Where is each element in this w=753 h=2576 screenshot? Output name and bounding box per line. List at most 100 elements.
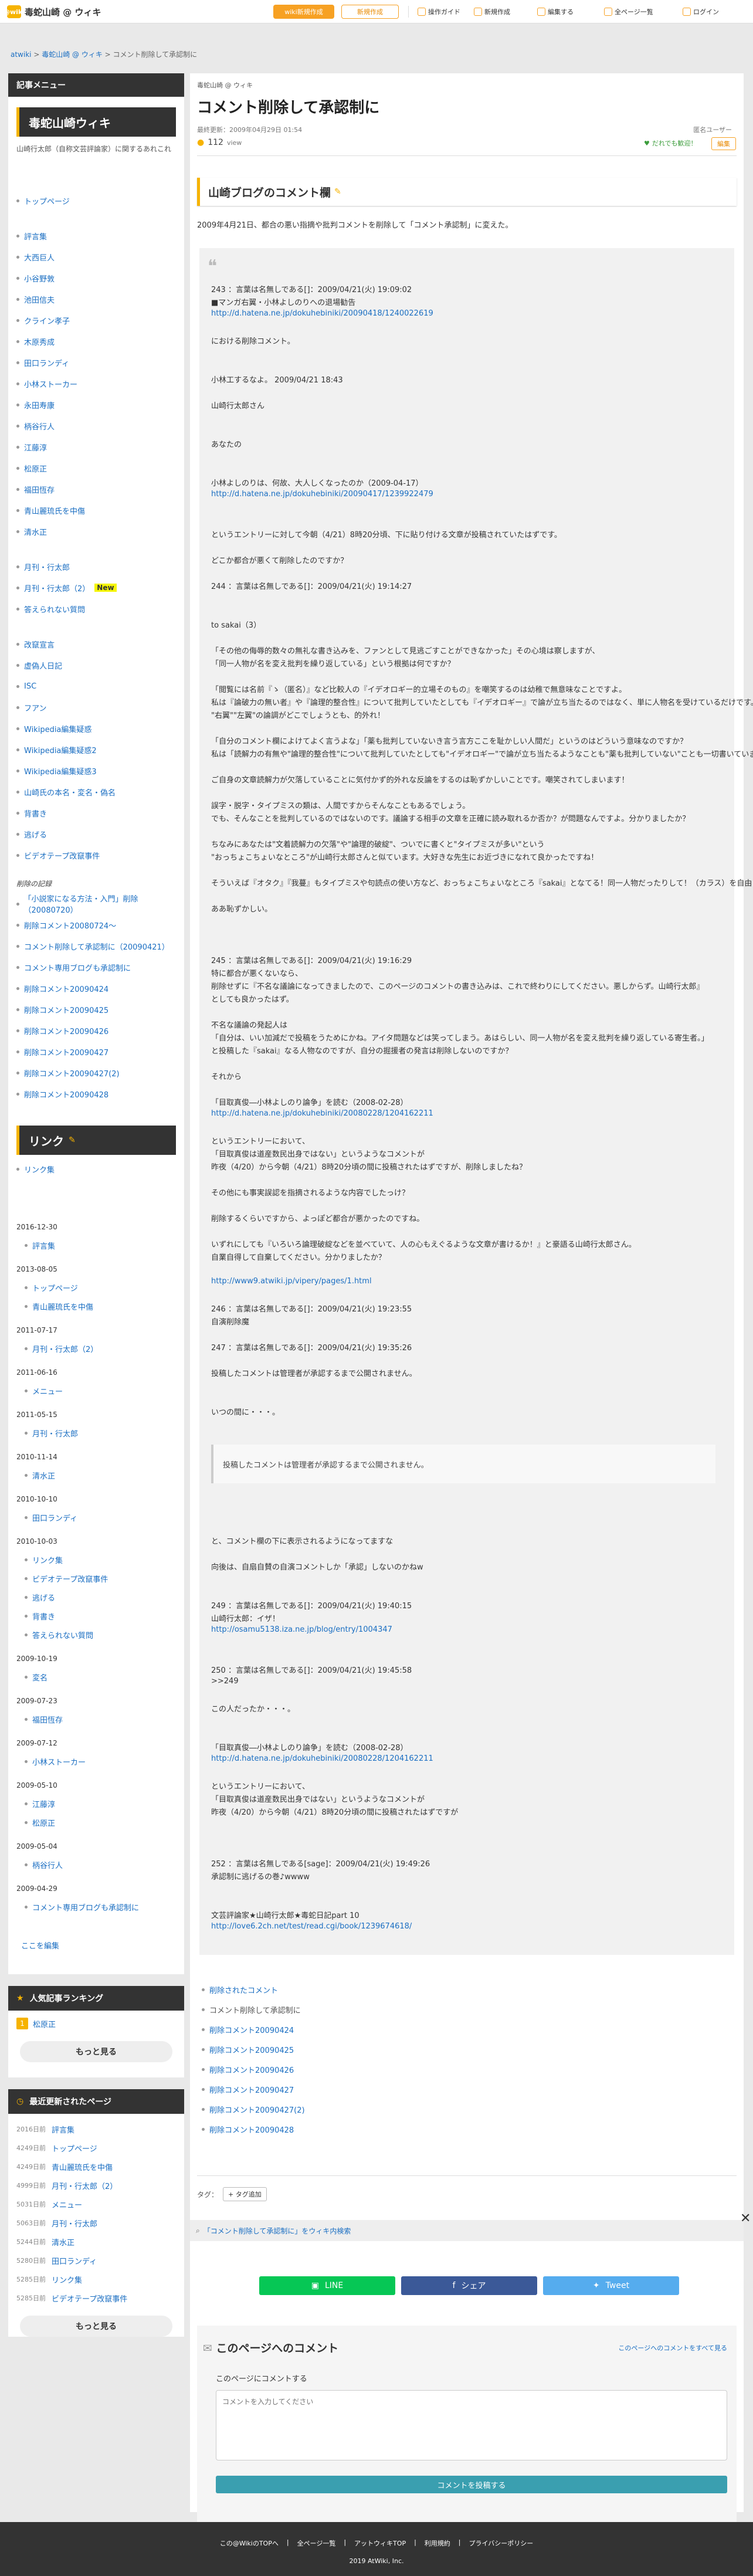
related-item[interactable]: 削除コメント20090426 [202,2059,305,2079]
new-page-link[interactable]: 新規作成 [474,7,510,16]
sidebar-item[interactable]: 答えられない質問 [16,598,176,619]
edit-menu-link[interactable]: ここを編集 [8,1922,184,1968]
sidebar-item[interactable]: Wikipedia編集疑惑 [16,718,176,739]
pencil-icon[interactable]: ✎ [334,187,341,196]
new-account-button[interactable]: 新規作成 [341,5,399,19]
sidebar-item[interactable]: 福田恆存 [16,479,176,500]
site-logo[interactable]: @wiki 毒蛇山崎 @ ウィキ [4,5,101,19]
update-link[interactable]: 月刊・行太郎（2） [8,1339,184,1358]
close-icon[interactable]: ✕ [740,2211,751,2226]
sidebar-item[interactable]: 青山麗琉氏を中傷 [16,500,176,521]
update-link[interactable]: 清水正 [8,1466,184,1484]
update-link[interactable]: 柄谷行人 [8,1855,184,1874]
like-button[interactable]: ♥ だれでも歓迎！ [644,138,697,148]
update-link[interactable]: 月刊・行太郎 [8,1423,184,1442]
login-link[interactable]: ログイン [683,7,719,16]
pencil-icon[interactable]: ✎ [69,1136,76,1145]
update-link[interactable]: 答えられない質問 [8,1625,184,1644]
quote-link[interactable]: http://www9.atwiki.jp/vipery/pages/1.htm… [211,1277,372,1286]
footer-link[interactable]: プライバシーポリシー [469,2538,534,2548]
quote-link[interactable]: http://d.hatena.ne.jp/dokuhebiniki/20090… [211,490,433,499]
quote-link[interactable]: http://d.hatena.ne.jp/dokuhebiniki/20090… [211,309,433,318]
sidebar-item[interactable]: 削除コメント20090427(2) [16,1062,176,1083]
all-comments-link[interactable]: このページへのコメントをすべて見る [618,2343,727,2353]
facebook-share-button[interactable]: f シェア [401,2276,537,2295]
update-link[interactable]: 変名 [8,1667,184,1686]
sidebar-item[interactable]: 永田寿康 [16,394,176,415]
sidebar-item[interactable]: 背書き [16,802,176,823]
related-item[interactable]: 削除コメント20090425 [202,2039,305,2059]
related-item[interactable]: 削除コメント20090427(2) [202,2099,305,2119]
edit-button[interactable]: 編集 [711,137,736,150]
related-item[interactable]: 削除コメント20090427 [202,2079,305,2099]
guide-link[interactable]: 操作ガイド [418,7,460,16]
sidebar-item[interactable]: コメント削除して承認制に（20090421） [16,936,176,957]
sidebar-item[interactable]: 削除コメント20090424 [16,978,176,999]
sidebar-item[interactable]: リンク集 [16,1158,176,1179]
sidebar-item[interactable]: 月刊・行太郎 [16,556,176,577]
quote-link[interactable]: http://love6.2ch.net/test/read.cgi/book/… [211,1922,412,1931]
sidebar-item[interactable]: Wikipedia編集疑惑3 [16,760,176,781]
sidebar-item[interactable]: 削除コメント20090427 [16,1041,176,1062]
sidebar-item[interactable]: 削除コメント20090425 [16,999,176,1020]
update-link[interactable]: 評言集 [8,1236,184,1255]
ranking-item[interactable]: 1 松原正 [8,2011,184,2036]
sidebar-item[interactable]: フアン [16,697,176,718]
recent-item[interactable]: 2016日前 評言集 [8,2120,184,2138]
sidebar-item[interactable]: 柄谷行人 [16,415,176,436]
sidebar-item[interactable]: 削除コメント20090428 [16,1083,176,1104]
related-item[interactable]: 削除コメント20090428 [202,2119,305,2139]
update-link[interactable]: 松原正 [8,1813,184,1832]
update-link[interactable]: コメント専用ブログも承認制に [8,1897,184,1916]
sidebar-item[interactable]: 虚偽人日記 [16,655,176,676]
recent-item[interactable]: 4249日前 青山麗琉氏を中傷 [8,2157,184,2176]
footer-link[interactable]: 全ページ一覧 [297,2538,336,2548]
quote-link[interactable]: http://osamu5138.iza.ne.jp/blog/entry/10… [211,1625,392,1634]
footer-link[interactable]: 利用規約 [425,2538,450,2548]
all-pages-link[interactable]: 全ページ一覧 [604,7,653,16]
sidebar-item[interactable]: ISC [16,676,176,697]
update-link[interactable]: メニュー [8,1381,184,1400]
sidebar-item[interactable]: 山崎氏の本名・変名・偽名 [16,781,176,802]
sidebar-item[interactable]: 大西巨人 [16,246,176,267]
sidebar-item[interactable]: ビデオテープ改竄事件 [16,845,176,866]
recent-item[interactable]: 4249日前 トップページ [8,2138,184,2157]
recent-item[interactable]: 5280日前 田口ランディ [8,2251,184,2270]
sidebar-item[interactable]: 清水正 [16,521,176,542]
sidebar-item[interactable]: トップページ [16,190,176,211]
recent-item[interactable]: 5244日前 清水正 [8,2232,184,2251]
sidebar-item[interactable]: 削除コメント20090426 [16,1020,176,1041]
update-link[interactable]: リンク集 [8,1550,184,1569]
sidebar-item[interactable]: 削除コメント20080724〜 [16,914,176,936]
sidebar-item[interactable]: 木原秀成 [16,331,176,352]
update-link[interactable]: 逃げる [8,1588,184,1606]
recent-item[interactable]: 5063日前 月刊・行太郎 [8,2214,184,2232]
update-link[interactable]: 背書き [8,1606,184,1625]
sidebar-item[interactable]: 「小説家になる方法・入門」削除（20080720） [16,893,176,915]
wiki-search-link[interactable]: ⌕ 「コメント削除して承認制に」をウィキ内検索 [190,2220,744,2241]
related-item[interactable]: 削除されたコメント [202,1980,305,1999]
twitter-share-button[interactable]: ✦ Tweet [543,2276,679,2295]
sidebar-item[interactable]: 池田信夫 [16,289,176,310]
recent-item[interactable]: 5285日前 ビデオテープ改竄事件 [8,2289,184,2307]
quote-link[interactable]: http://d.hatena.ne.jp/dokuhebiniki/20080… [211,1109,433,1118]
sidebar-item[interactable]: 小林ストーカー [16,373,176,394]
sidebar-item[interactable]: 月刊・行太郎（2） New [16,577,176,598]
recent-item[interactable]: 4999日前 月刊・行太郎（2） [8,2176,184,2195]
sidebar-item[interactable]: コメント専用ブログも承認制に [16,957,176,978]
update-link[interactable]: ビデオテープ改竄事件 [8,1569,184,1588]
sidebar-item[interactable]: 小谷野敦 [16,267,176,289]
sidebar-item[interactable]: 田口ランディ [16,352,176,373]
related-item[interactable]: 削除コメント20090424 [202,2019,305,2039]
edit-page-link[interactable]: 編集する [537,7,574,16]
footer-link[interactable]: アットウィキTOP [354,2538,406,2548]
sidebar-item[interactable]: 松原正 [16,457,176,479]
update-link[interactable]: 江藤淳 [8,1794,184,1813]
more-button[interactable]: もっと見る [20,2316,172,2337]
update-link[interactable]: 青山麗琉氏を中傷 [8,1297,184,1316]
create-wiki-button[interactable]: wiki新規作成 [273,5,334,19]
recent-item[interactable]: 5285日前 リンク集 [8,2270,184,2289]
update-link[interactable]: トップページ [8,1278,184,1297]
footer-link[interactable]: この@WikiのTOPへ [220,2538,279,2548]
more-button[interactable]: もっと見る [20,2041,172,2063]
